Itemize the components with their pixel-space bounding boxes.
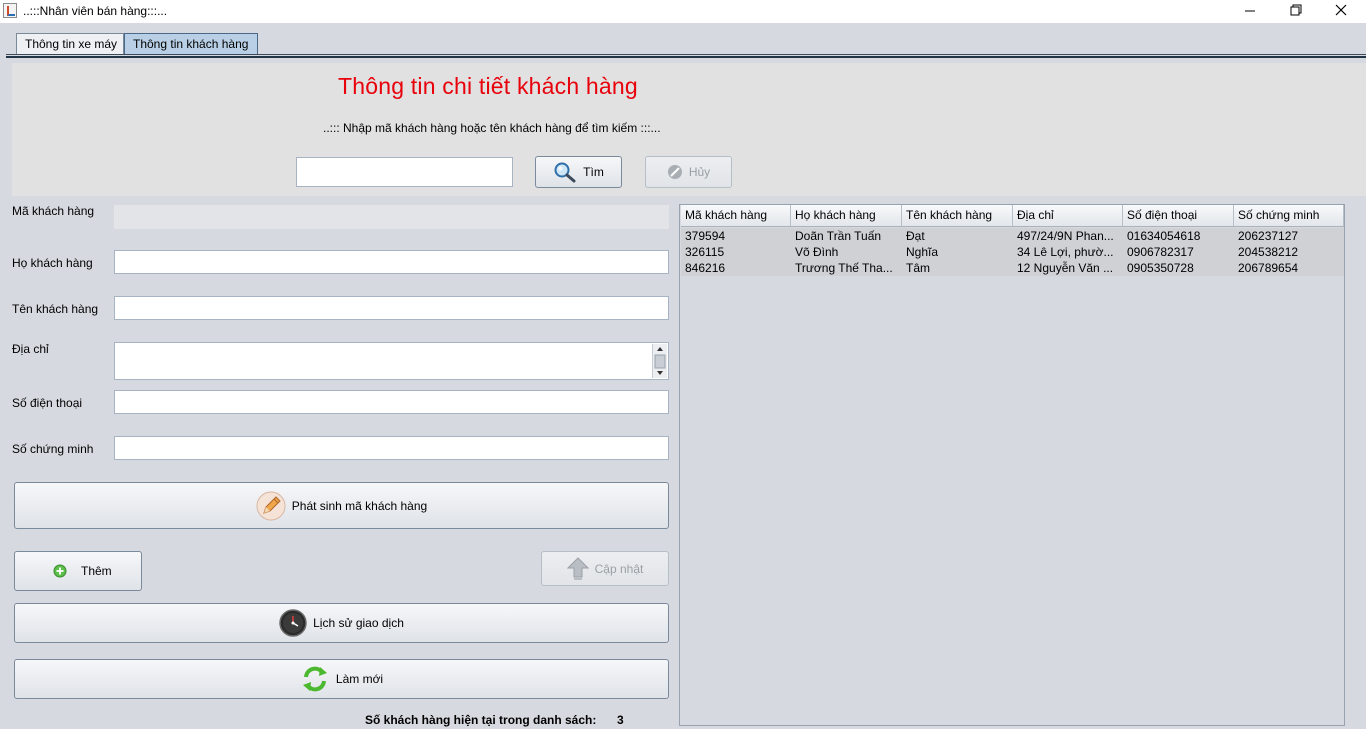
- table-cell: 846216: [685, 261, 726, 275]
- column-header[interactable]: Họ khách hàng: [791, 205, 902, 226]
- table-row[interactable]: 379594 Doãn Trần Tuấn Đạt 497/24/9N Phan…: [681, 228, 1344, 244]
- java-app-icon: [3, 3, 17, 18]
- column-header[interactable]: Tên khách hàng: [902, 205, 1013, 226]
- address-scrollbar[interactable]: [652, 344, 667, 378]
- customer-id-field: [114, 205, 669, 229]
- page-title: Thông tin chi tiết khách hàng: [338, 73, 638, 99]
- window-title: ..:::Nhân viên bán hàng:::...: [23, 4, 168, 18]
- transaction-history-button[interactable]: Lịch sử giao dịch: [14, 603, 669, 643]
- tab-motorbike-info[interactable]: Thông tin xe máy: [16, 33, 124, 54]
- generate-button-label: Phát sinh mã khách hàng: [291, 498, 428, 513]
- address-label: Địa chỉ: [12, 342, 49, 356]
- tab-divider: [6, 54, 1366, 55]
- customer-count-label: Số khách hàng hiện tại trong danh sách:: [365, 713, 597, 727]
- add-button-label: Thêm: [81, 564, 112, 578]
- table-cell: 34 Lê Lợi, phườ...: [1017, 245, 1114, 259]
- column-header[interactable]: Số chứng minh: [1234, 205, 1344, 226]
- table-cell: 206789654: [1238, 261, 1299, 275]
- phone-label: Số điện thoại: [12, 396, 83, 410]
- column-header[interactable]: Địa chỉ: [1013, 205, 1123, 226]
- table-row[interactable]: 326115 Võ Đình Nghĩa 34 Lê Lợi, phườ... …: [681, 244, 1344, 260]
- column-header[interactable]: Số điện thoại: [1123, 205, 1234, 226]
- table-cell: 01634054618: [1127, 229, 1201, 243]
- id-card-label: Số chứng minh: [12, 442, 94, 456]
- table-cell: Võ Đình: [795, 245, 839, 259]
- table-cell: 497/24/9N Phan...: [1017, 229, 1114, 243]
- restore-icon: [1290, 4, 1302, 16]
- table-row[interactable]: 846216 Trương Thế Tha... Tâm 12 Nguyễn V…: [681, 260, 1344, 276]
- close-button[interactable]: [1319, 0, 1365, 22]
- table-cell: 0905350728: [1127, 261, 1194, 275]
- customer-firstname-label: Tên khách hàng: [12, 302, 99, 316]
- table-cell: 0906782317: [1127, 245, 1194, 259]
- cancel-button-label: Hủy: [688, 165, 711, 179]
- clock-icon: [279, 609, 307, 637]
- table-header: Mã khách hàng Họ khách hàng Tên khách hà…: [681, 205, 1344, 227]
- minimize-icon: [1245, 10, 1255, 12]
- restore-button[interactable]: [1273, 0, 1319, 22]
- cancel-button[interactable]: Hủy: [645, 156, 732, 188]
- close-icon: [1335, 4, 1347, 16]
- cancel-circle-icon: [667, 165, 682, 179]
- update-button[interactable]: Cập nhật: [541, 551, 669, 586]
- tab-customer-info[interactable]: Thông tin khách hàng: [124, 33, 258, 54]
- scroll-arrows-icon: [654, 347, 666, 375]
- table-cell: 204538212: [1238, 245, 1299, 259]
- pencil-icon: [256, 491, 286, 520]
- customer-table[interactable]: [679, 204, 1345, 726]
- generate-customer-id-button[interactable]: Phát sinh mã khách hàng: [14, 482, 669, 529]
- table-cell: 379594: [685, 229, 726, 243]
- table-cell: 206237127: [1238, 229, 1299, 243]
- magnifier-icon: [554, 162, 576, 183]
- update-button-label: Cập nhật: [594, 561, 644, 576]
- refresh-icon: [302, 666, 327, 692]
- table-cell: Doãn Trần Tuấn: [795, 229, 882, 243]
- search-input[interactable]: [296, 157, 513, 187]
- window-titlebar: [0, 0, 1366, 23]
- table-cell: Nghĩa: [906, 245, 939, 259]
- address-textarea[interactable]: [114, 342, 669, 380]
- customer-firstname-field[interactable]: [114, 296, 669, 320]
- customer-count-value: 3: [617, 713, 624, 727]
- customer-id-label: Mã khách hàng: [12, 204, 95, 218]
- plus-circle-icon: [53, 564, 67, 578]
- id-card-field[interactable]: [114, 436, 669, 460]
- table-cell: Đạt: [906, 229, 925, 243]
- table-cell: 326115: [685, 245, 725, 259]
- customer-lastname-label: Họ khách hàng: [12, 256, 93, 270]
- table-cell: Tâm: [906, 261, 930, 275]
- column-header[interactable]: Mã khách hàng: [681, 205, 791, 226]
- customer-lastname-field[interactable]: [114, 250, 669, 274]
- table-cell: Trương Thế Tha...: [795, 261, 893, 275]
- minimize-button[interactable]: [1227, 0, 1273, 22]
- phone-field[interactable]: [114, 390, 669, 414]
- up-arrow-icon: [566, 556, 589, 580]
- search-button[interactable]: Tìm: [535, 156, 622, 188]
- search-button-label: Tìm: [583, 165, 604, 179]
- refresh-button[interactable]: Làm mới: [14, 659, 669, 699]
- table-cell: 12 Nguyễn Văn ...: [1017, 261, 1114, 275]
- history-button-label: Lịch sử giao dịch: [313, 616, 404, 630]
- search-hint: ..::: Nhập mã khách hàng hoặc tên khách …: [323, 121, 661, 135]
- refresh-button-label: Làm mới: [335, 672, 384, 686]
- add-button[interactable]: Thêm: [14, 551, 142, 591]
